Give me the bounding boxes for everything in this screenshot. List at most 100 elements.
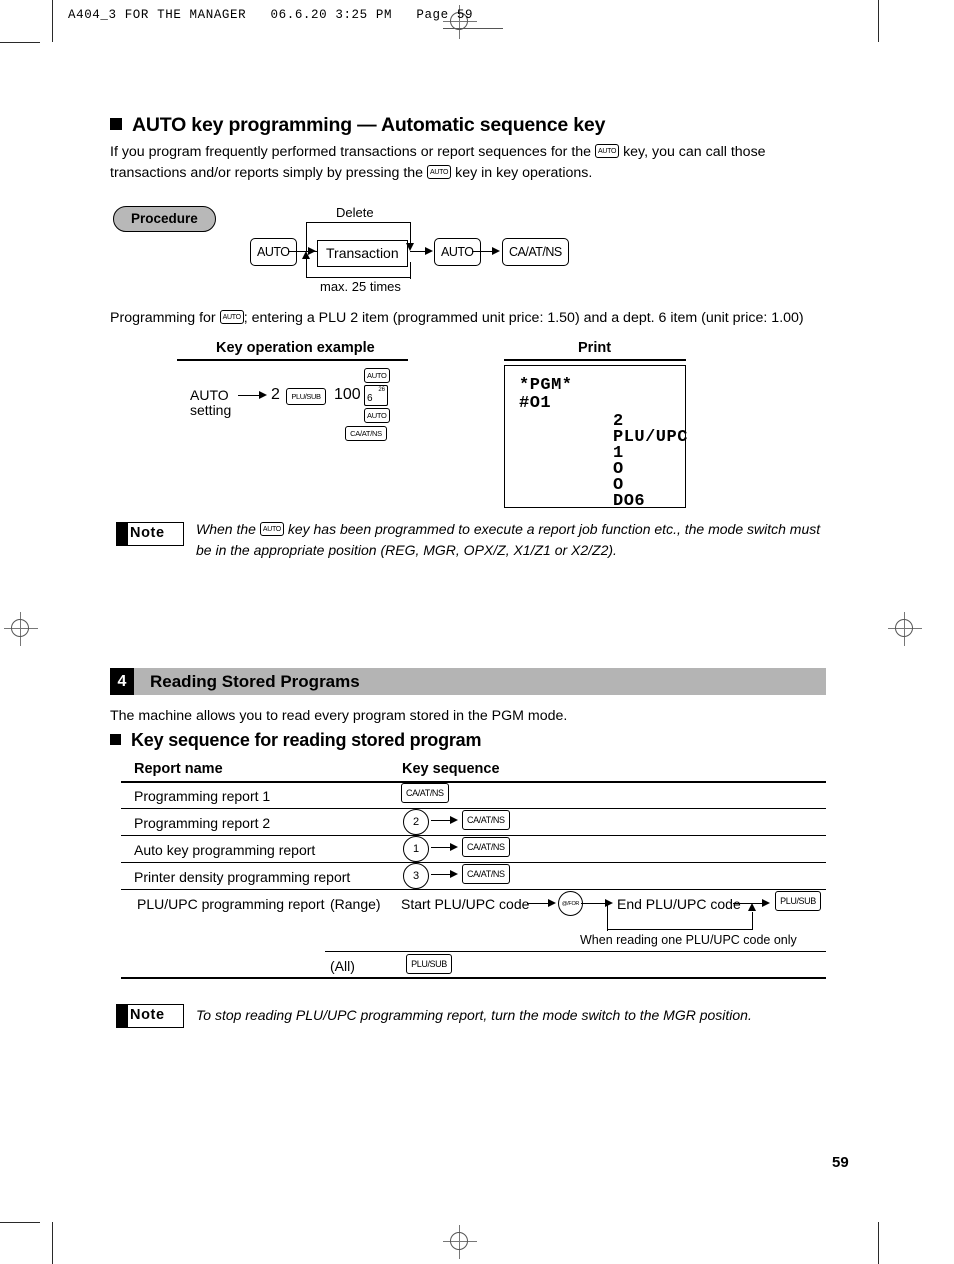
page-number: 59 [832, 1154, 849, 1171]
table-rule-head [121, 781, 826, 783]
row-label: Programming report 1 [134, 788, 271, 804]
auto-key-icon: AUTO [595, 144, 620, 159]
plu-loop-down-left [607, 903, 609, 931]
keyop-arrow-head [259, 391, 267, 399]
auto-key-icon-bottom: AUTO [364, 408, 390, 423]
trim-tick-left-bottom [0, 1222, 40, 1223]
print-header-underline-2 [473, 28, 503, 29]
subsection-heading: Key sequence for reading stored program [110, 730, 481, 751]
max-loop-arrow [302, 251, 310, 259]
auto-key-icon: AUTO [219, 310, 244, 325]
plu-range-label: (Range) [330, 896, 381, 912]
delete-loop-right [410, 222, 412, 244]
receipt-line-number: #O1 [519, 394, 552, 413]
plu-arrow-head-2 [605, 899, 613, 907]
note-badge-bar-icon [117, 523, 128, 545]
dept-6-key-icon: 6 26 [364, 385, 388, 406]
trim-tick-left-top [0, 42, 40, 43]
flow-transaction-box: Transaction [317, 240, 408, 267]
auto-key-icon: AUTO [427, 165, 452, 180]
plu-start-label: Start PLU/UPC code [401, 896, 530, 912]
plusub-key-icon: PLU/SUB [286, 388, 326, 405]
auto-setting-label: AUTO setting [190, 388, 231, 418]
intro-text-3: transactions and/or reports simply by pr… [110, 165, 424, 181]
table-col-report-name: Report name [134, 761, 223, 777]
row-label: Auto key programming report [134, 842, 316, 858]
square-bullet-icon [110, 118, 122, 130]
caatns-key-icon: CA/AT/NS [401, 783, 449, 803]
flow-caatns-key: CA/AT/NS [502, 238, 569, 266]
row4-arrow-head [450, 870, 458, 878]
for-key-icon: @/FOR [558, 891, 583, 916]
plusub-key-icon: PLU/SUB [406, 954, 452, 974]
col-head-keyop-rule [177, 359, 408, 361]
table-row: Printer density programming report [134, 869, 350, 885]
registration-mark-bottom [443, 1225, 477, 1259]
row3-arrow-head [450, 843, 458, 851]
row-label: PLU/UPC programming report [137, 896, 325, 912]
auto-key-icon: AUTO [259, 522, 284, 537]
plusub-key-icon: PLU/SUB [775, 891, 821, 911]
example-text-2: ; entering a PLU 2 item (programmed unit… [243, 310, 804, 326]
section-number-badge: 4 [110, 668, 134, 695]
delete-loop-top [306, 222, 411, 224]
procedure-badge: Procedure [113, 206, 216, 232]
trim-line-right-bottom [878, 1222, 879, 1264]
note-badge-text: Note [130, 1007, 165, 1023]
note-body-1: When the AUTO key has been programmed to… [196, 519, 826, 561]
number-key-2-icon: 2 [403, 809, 429, 835]
table-row: PLU/UPC programming report [137, 896, 325, 912]
table-row: Programming report 1 [134, 788, 270, 804]
plu-end-label: End PLU/UPC code [617, 896, 741, 912]
trim-line-right [878, 0, 879, 42]
example-sentence: Programming for AUTO; entering a PLU 2 i… [110, 308, 870, 329]
auto-setting-line1: AUTO [190, 387, 229, 403]
plu-all-label: (All) [330, 958, 355, 974]
intro-text-4: key in key operations. [455, 165, 593, 181]
intro-text-2: key, you can call those [623, 144, 766, 160]
plu-loop-arrow-up [748, 903, 756, 911]
example-text-1: Programming for [110, 310, 216, 326]
trim-line-left [52, 0, 53, 42]
number-key-1-icon: 1 [403, 836, 429, 862]
note-badge-text: Note [130, 525, 165, 541]
table-col-key-sequence: Key sequence [402, 761, 500, 777]
delete-label: Delete [336, 205, 374, 220]
note-text-2: key has been programmed to execute a rep… [287, 521, 786, 537]
trim-line-left-bottom [52, 1222, 53, 1264]
caatns-key-icon: CA/AT/NS [462, 810, 510, 830]
table-rule-5 [325, 951, 826, 953]
table-rule-3 [121, 862, 826, 864]
note-badge-bar-icon [117, 1005, 128, 1027]
number-key-3-icon: 3 [403, 863, 429, 889]
col-head-key-operation: Key operation example [216, 340, 375, 356]
plu-arrow-head-1 [548, 899, 556, 907]
delete-loop-arrow [406, 243, 414, 251]
intro-paragraph: If you program frequently performed tran… [110, 142, 830, 184]
print-receipt-box: *PGM* #O1 2 PLU/UPC 1 O O DO6 [504, 365, 688, 511]
dept-key-main: 6 [367, 393, 373, 404]
col-head-print-rule [504, 359, 686, 361]
flow-arrow-2 [425, 247, 433, 255]
auto-setting-line2: setting [190, 402, 232, 418]
section-heading: Reading Stored Programs [150, 672, 360, 691]
dept-key-superscript: 26 [378, 387, 385, 393]
receipt-line-pgm: *PGM* [519, 376, 573, 395]
subsection-heading-text: Key sequence for reading stored program [131, 730, 482, 750]
receipt-right-line-1: PLU/UPC [613, 428, 688, 447]
row2-arrow-head [450, 816, 458, 824]
col-head-print: Print [578, 340, 612, 356]
keyop-number-100: 100 [334, 386, 361, 403]
plu-loop-note: When reading one PLU/UPC code only [580, 933, 797, 947]
page-title-text: AUTO key programming — Automatic sequenc… [132, 114, 606, 136]
note-body-2: To stop reading PLU/UPC programming repo… [196, 1007, 752, 1023]
registration-mark-right [888, 612, 922, 646]
note-badge: Note [116, 1004, 184, 1028]
note-text-1: When the [196, 521, 256, 537]
auto-key-icon-top: AUTO [364, 368, 390, 383]
delete-loop-left [306, 222, 308, 252]
caatns-key-icon: CA/AT/NS [462, 864, 510, 884]
intro-text-1: If you program frequently performed tran… [110, 144, 592, 160]
table-rule-4 [121, 889, 826, 891]
plu-loop-up-right [752, 912, 754, 930]
